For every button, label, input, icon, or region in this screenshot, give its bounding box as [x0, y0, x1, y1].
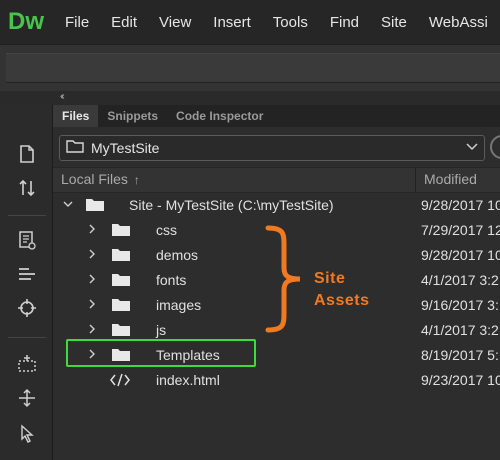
tool-column	[0, 105, 53, 460]
annotation-line-2: Assets	[314, 292, 370, 309]
tree-row-modified: 9/28/2017 10	[421, 197, 500, 213]
folder-icon	[66, 139, 84, 158]
chevron-right-icon[interactable]	[87, 271, 97, 290]
folder-icon	[111, 248, 131, 265]
menu-insert[interactable]: Insert	[213, 14, 251, 31]
local-files-label: Local Files	[61, 171, 128, 187]
folder-icon	[111, 323, 131, 340]
chevron-right-icon[interactable]	[87, 296, 97, 315]
column-separator[interactable]	[415, 168, 416, 192]
folder-icon	[111, 298, 131, 315]
tree-row-modified: 9/28/2017 10	[421, 247, 500, 263]
menu-bar: Dw File Edit View Insert Tools Find Site…	[0, 0, 500, 44]
panel-tabs: Files Snippets Code Inspector	[53, 105, 500, 127]
menu-edit[interactable]: Edit	[111, 14, 137, 31]
target-icon[interactable]	[14, 295, 40, 321]
pointer-icon[interactable]	[14, 421, 40, 447]
properties-icon[interactable]	[14, 261, 40, 287]
tree-row-modified: 4/1/2017 3:2	[421, 272, 499, 288]
tool-divider	[8, 337, 46, 338]
chevron-right-icon[interactable]	[87, 321, 97, 340]
curly-brace-annotation	[265, 225, 301, 333]
folder-icon	[85, 198, 105, 215]
tree-row-modified: 8/19/2017 5:	[421, 347, 499, 363]
local-files-header[interactable]: Local Files ↑	[61, 171, 140, 187]
dreamweaver-logo: Dw	[8, 8, 44, 35]
tool-divider	[8, 215, 46, 216]
menu-view[interactable]: View	[159, 14, 191, 31]
folder-icon	[111, 223, 131, 240]
panel-collapse-strip: ‹‹	[0, 91, 500, 105]
tree-row-label: index.html	[156, 372, 220, 388]
collapse-panel-icon[interactable]: ‹‹	[60, 91, 64, 102]
transfer-icon[interactable]	[14, 175, 40, 201]
chevron-down-icon	[466, 139, 478, 156]
tree-row-root[interactable]: Site - MyTestSite (C:\myTestSite) 9/28/2…	[53, 193, 500, 218]
chevron-right-icon[interactable]	[87, 221, 97, 240]
sort-up-icon: ↑	[133, 173, 140, 187]
menu-find[interactable]: Find	[330, 14, 359, 31]
tree-row-index-html[interactable]: index.html 9/23/2017 10	[53, 368, 500, 393]
menu-tools[interactable]: Tools	[273, 14, 308, 31]
menu-file[interactable]: File	[65, 14, 89, 31]
insert-element-icon[interactable]	[14, 351, 40, 377]
tree-row-modified: 9/16/2017 3:	[421, 297, 499, 313]
modified-header[interactable]: Modified	[424, 171, 477, 187]
folder-icon	[111, 273, 131, 290]
chevron-right-icon[interactable]	[87, 246, 97, 265]
column-header: Local Files ↑ Modified	[53, 167, 500, 193]
annotation-line-1: Site	[314, 270, 346, 287]
tree-row-label: fonts	[156, 272, 187, 288]
new-document-icon[interactable]	[14, 141, 40, 167]
tree-row-modified: 7/29/2017 12	[421, 222, 500, 238]
site-select-value: MyTestSite	[91, 140, 160, 156]
code-file-icon	[109, 372, 131, 391]
menu-webassist[interactable]: WebAssi	[429, 14, 488, 31]
document-toolbar	[0, 44, 500, 92]
tree-row-label: js	[156, 322, 167, 338]
templates-highlight-box	[66, 339, 256, 367]
tab-files[interactable]: Files	[53, 105, 99, 127]
tree-row-modified: 9/23/2017 10	[421, 372, 500, 388]
toolbar-area	[6, 53, 500, 83]
menu-site[interactable]: Site	[381, 14, 407, 31]
code-navigator-icon[interactable]	[14, 227, 40, 253]
tree-row-label: demos	[156, 247, 199, 263]
move-icon[interactable]	[14, 385, 40, 411]
tree-row-label: css	[156, 222, 177, 238]
chevron-down-icon[interactable]	[63, 196, 73, 215]
site-select[interactable]: MyTestSite	[59, 135, 485, 161]
tab-code-inspector[interactable]: Code Inspector	[167, 105, 272, 127]
site-assets-annotation: Site Assets	[314, 268, 369, 312]
tab-snippets[interactable]: Snippets	[98, 105, 167, 127]
tree-row-label: images	[156, 297, 202, 313]
tree-row-label: Site - MyTestSite (C:\myTestSite)	[129, 197, 334, 213]
connect-button[interactable]	[490, 135, 500, 159]
tree-row-modified: 4/1/2017 3:2	[421, 322, 499, 338]
